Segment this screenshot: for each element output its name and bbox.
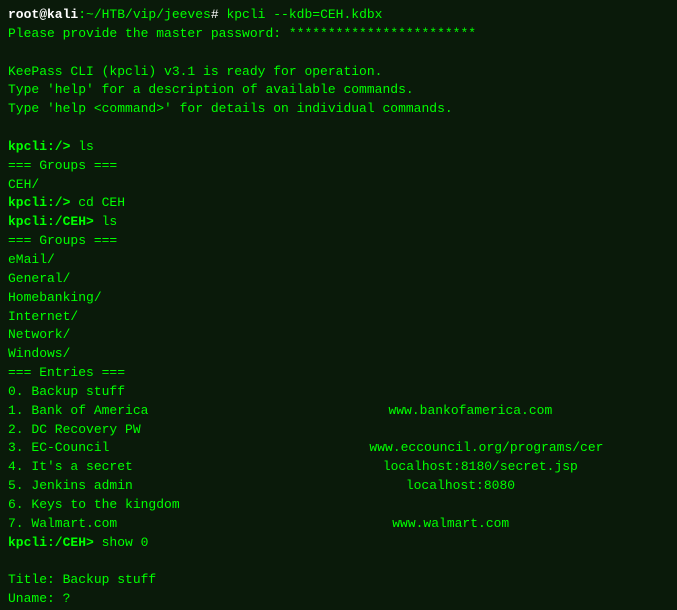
cmd-ls-line: kpcli:/> ls — [8, 138, 669, 157]
show-title-line: Title: Backup stuff — [8, 571, 669, 590]
entry4-url: localhost:8180/secret.jsp — [133, 459, 578, 474]
groups2-line: === Groups === — [8, 232, 669, 251]
entry7-line: 7. Walmart.comwww.walmart.com — [8, 515, 669, 534]
entry7-url: www.walmart.com — [117, 516, 509, 531]
cmd-show-line: kpcli:/CEH> show 0 — [8, 534, 669, 553]
help1-line: Type 'help' for a description of availab… — [8, 81, 669, 100]
network-line: Network/ — [8, 326, 669, 345]
username: root@kali — [8, 7, 78, 22]
entry2-line: 2. DC Recovery PW — [8, 421, 669, 440]
entry4-line: 4. It's a secretlocalhost:8180/secret.js… — [8, 458, 669, 477]
email-line: eMail/ — [8, 251, 669, 270]
windows-line: Windows/ — [8, 345, 669, 364]
ready-line: KeePass CLI (kpcli) v3.1 is ready for op… — [8, 63, 669, 82]
cmd-ls2-line: kpcli:/CEH> ls — [8, 213, 669, 232]
entry5-line: 5. Jenkins adminlocalhost:8080 — [8, 477, 669, 496]
command: kpcli --kdb=CEH.kdbx — [226, 7, 382, 22]
terminal-window: root@kali:~/HTB/vip/jeeves# kpcli --kdb=… — [0, 0, 677, 610]
general-line: General/ — [8, 270, 669, 289]
prompt-symbol: # — [211, 7, 227, 22]
entry1-line: 1. Bank of Americawww.bankofamerica.com — [8, 402, 669, 421]
path: :~/HTB/vip/jeeves — [78, 7, 211, 22]
entries-line: === Entries === — [8, 364, 669, 383]
entry1-url: www.bankofamerica.com — [148, 403, 552, 418]
entry6-line: 6. Keys to the kingdom — [8, 496, 669, 515]
blank1 — [8, 44, 669, 63]
internet-line: Internet/ — [8, 308, 669, 327]
entry3-line: 3. EC-Councilwww.eccouncil.org/programs/… — [8, 439, 669, 458]
help2-line: Type 'help <command>' for details on ind… — [8, 100, 669, 119]
blank2 — [8, 119, 669, 138]
groups1-line: === Groups === — [8, 157, 669, 176]
entry0-line: 0. Backup stuff — [8, 383, 669, 402]
password-prompt: Please provide the master password: ****… — [8, 25, 669, 44]
blank3 — [8, 552, 669, 571]
title-bar-line: root@kali:~/HTB/vip/jeeves# kpcli --kdb=… — [8, 6, 669, 25]
show-uname-line: Uname: ? — [8, 590, 669, 609]
ceh-line: CEH/ — [8, 176, 669, 195]
cmd-cd-line: kpcli:/> cd CEH — [8, 194, 669, 213]
homebanking-line: Homebanking/ — [8, 289, 669, 308]
entry3-url: www.eccouncil.org/programs/cer — [109, 440, 603, 455]
entry5-url: localhost:8080 — [133, 478, 515, 493]
